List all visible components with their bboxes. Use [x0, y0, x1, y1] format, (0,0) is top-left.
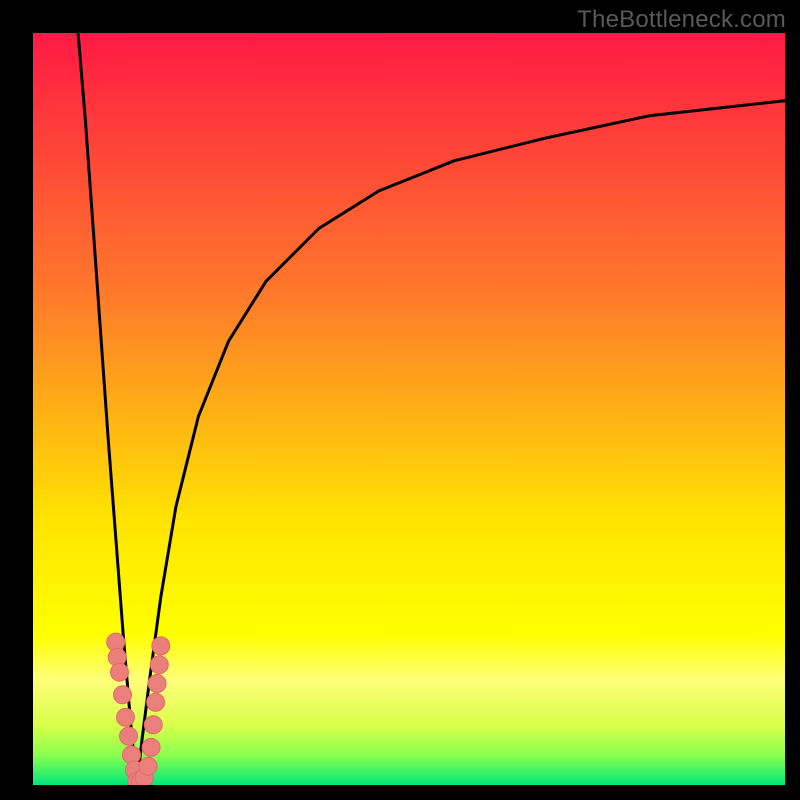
- data-point: [150, 656, 168, 674]
- data-point: [147, 693, 165, 711]
- attribution-text: TheBottleneck.com: [577, 6, 786, 34]
- chart-frame: TheBottleneck.com: [0, 0, 800, 800]
- data-point: [111, 663, 129, 681]
- data-point: [139, 757, 157, 775]
- data-point: [142, 738, 160, 756]
- data-point: [144, 716, 162, 734]
- data-point: [114, 686, 132, 704]
- data-point: [117, 708, 135, 726]
- chart-background: [33, 33, 785, 785]
- data-point: [148, 675, 166, 693]
- chart-plot: [33, 33, 785, 785]
- data-point: [120, 727, 138, 745]
- data-point: [152, 637, 170, 655]
